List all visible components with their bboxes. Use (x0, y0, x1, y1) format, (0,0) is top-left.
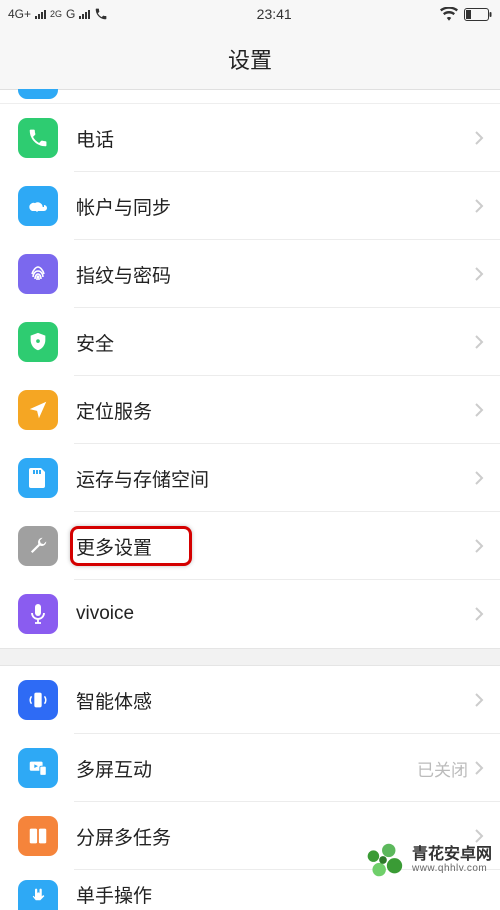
row-more-settings[interactable]: 更多设置 (0, 512, 500, 580)
row-vivoice[interactable]: vivoice (0, 580, 500, 648)
chevron-right-icon (474, 470, 484, 486)
chevron-right-icon (474, 402, 484, 418)
watermark-logo-icon (360, 837, 406, 883)
sdcard-icon (18, 458, 58, 498)
chevron-right-icon (474, 266, 484, 282)
row-storage[interactable]: 运存与存储空间 (0, 444, 500, 512)
wrench-icon (18, 526, 58, 566)
signal-icon-2 (79, 10, 90, 19)
row-fingerprint[interactable]: 指纹与密码 (0, 240, 500, 308)
row-multiscreen-value: 已关闭 (417, 756, 468, 781)
settings-list-1: 电话 帐户与同步 指纹与密码 安全 定位服务 (0, 90, 500, 648)
splitscreen-icon (18, 816, 58, 856)
status-right (440, 7, 492, 21)
status-left: 4G+ 2G G (8, 7, 108, 21)
page-header: 设置 (0, 28, 500, 90)
row-security-label: 安全 (76, 329, 474, 356)
row-onehand-label: 单手操作 (76, 881, 484, 910)
signal-icon-1 (35, 10, 46, 19)
net-label-4g: 4G+ (8, 7, 31, 21)
chevron-right-icon (474, 198, 484, 214)
row-account-label: 帐户与同步 (76, 193, 474, 220)
row-storage-label: 运存与存储空间 (76, 465, 474, 492)
call-icon (94, 7, 108, 21)
row-location-label: 定位服务 (76, 397, 474, 424)
row-multiscreen[interactable]: 多屏互动 已关闭 (0, 734, 500, 802)
chevron-right-icon (474, 334, 484, 350)
watermark-url: www.qhhlv.com (412, 863, 492, 874)
phone-icon (18, 118, 58, 158)
row-location[interactable]: 定位服务 (0, 376, 500, 444)
watermark-title: 青花安卓网 (412, 846, 492, 864)
chevron-right-icon (474, 760, 484, 776)
row-multiscreen-label: 多屏互动 (76, 755, 417, 782)
chevron-right-icon (474, 692, 484, 708)
shield-icon (18, 322, 58, 362)
status-bar: 4G+ 2G G 23:41 (0, 0, 500, 28)
battery-icon (464, 8, 492, 21)
row-vivoice-label: vivoice (76, 603, 474, 625)
page-title: 设置 (228, 43, 272, 75)
mic-icon (18, 594, 58, 634)
onehand-icon (18, 880, 58, 910)
row-security[interactable]: 安全 (0, 308, 500, 376)
chevron-right-icon (474, 130, 484, 146)
status-time: 23:41 (257, 6, 292, 22)
cloud-sync-icon (18, 186, 58, 226)
chevron-right-icon (474, 606, 484, 622)
motion-sense-icon (18, 680, 58, 720)
row-motion[interactable]: 智能体感 (0, 666, 500, 734)
row-more-label: 更多设置 (76, 533, 474, 560)
watermark: 青花安卓网 www.qhhlv.com (360, 837, 492, 883)
row-motion-label: 智能体感 (76, 687, 474, 714)
multiscreen-icon (18, 748, 58, 788)
section-separator (0, 648, 500, 666)
location-icon (18, 390, 58, 430)
wifi-icon (440, 7, 458, 21)
net-label-g: G (66, 7, 75, 21)
row-phone-label: 电话 (76, 125, 474, 152)
row-phone[interactable]: 电话 (0, 104, 500, 172)
row-fingerprint-label: 指纹与密码 (76, 261, 474, 288)
fingerprint-icon (18, 254, 58, 294)
chevron-right-icon (474, 538, 484, 554)
net-label-2g: 2G (50, 9, 62, 19)
partial-row-top[interactable] (0, 90, 500, 104)
row-account[interactable]: 帐户与同步 (0, 172, 500, 240)
